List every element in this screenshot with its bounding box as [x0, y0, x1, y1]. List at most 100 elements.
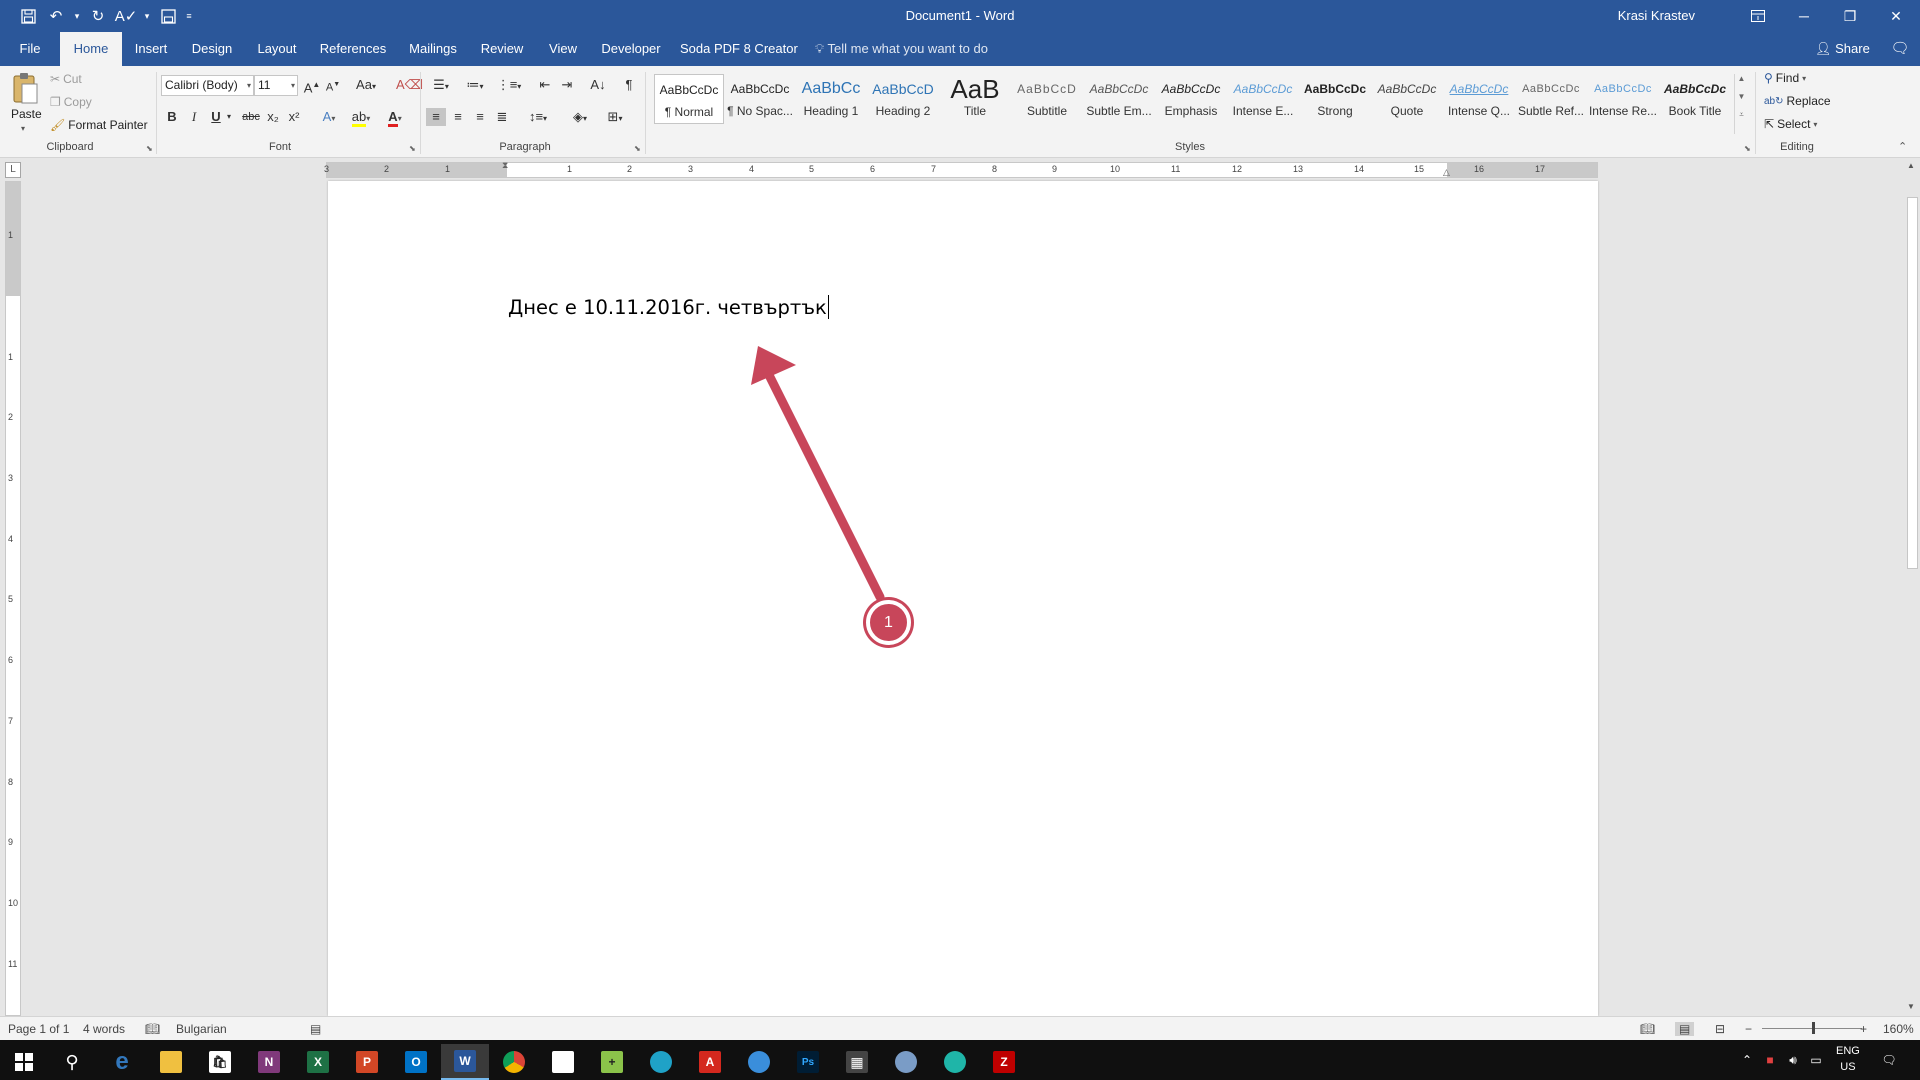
acrobat-icon[interactable]: A [686, 1044, 734, 1080]
paint-icon[interactable] [882, 1044, 930, 1080]
spelling-dropdown-icon[interactable]: ▾ [140, 0, 154, 32]
font-size-combo[interactable]: 11 ▾ [254, 75, 298, 96]
tab-selector[interactable]: L [5, 162, 21, 178]
underline-dropdown-icon[interactable]: ▾ [224, 108, 234, 126]
align-center-icon[interactable]: ≡ [448, 108, 468, 126]
show-formatting-marks-icon[interactable]: ¶ [620, 76, 638, 94]
font-launcher-icon[interactable]: ⬊ [409, 144, 416, 153]
subscript-button[interactable]: x₂ [264, 108, 282, 126]
justify-icon[interactable]: ≣ [492, 108, 512, 126]
calculator-icon[interactable]: ▦ [833, 1044, 881, 1080]
style-intense-emphasis[interactable]: AaBbCcDc Intense E... [1228, 74, 1298, 124]
italic-button[interactable]: I [185, 108, 203, 126]
tab-developer[interactable]: Developer [598, 32, 664, 66]
indent-marker-icon[interactable]: ⧗ [502, 160, 508, 171]
shading-icon[interactable]: ◈▾ [565, 108, 595, 128]
page-count[interactable]: Page 1 of 1 [8, 1022, 69, 1036]
style-quote[interactable]: AaBbCcDc Quote [1372, 74, 1442, 124]
borders-icon[interactable]: ⊞▾ [600, 108, 630, 128]
highlight-color-icon[interactable]: ab▾ [348, 108, 374, 128]
redo-icon[interactable]: ↻ [84, 0, 112, 32]
network-icon[interactable]: ▭ [1806, 1040, 1826, 1080]
tell-me-box[interactable]: 💡︎ Tell me what you want to do [815, 32, 988, 66]
scroll-down-icon[interactable]: ▼ [1907, 1002, 1915, 1011]
style-intense-reference[interactable]: AaBbCcDc Intense Re... [1588, 74, 1658, 124]
undo-icon[interactable]: ↶ [42, 0, 70, 32]
close-icon[interactable]: ✕ [1873, 0, 1919, 32]
change-case-button[interactable]: Aa▾ [351, 76, 381, 96]
notepad-plus-icon[interactable]: + [588, 1044, 636, 1080]
spelling-icon[interactable]: A✓ [112, 0, 140, 32]
find-button[interactable]: ⚲ Find ▾ [1764, 71, 1806, 85]
cut-button[interactable]: ✂ Cut [50, 72, 82, 86]
search-icon[interactable]: ⚲ [48, 1044, 96, 1080]
style-no-spacing[interactable]: AaBbCcDc ¶ No Spac... [725, 74, 795, 124]
document-paragraph[interactable]: Днес е 10.11.2016г. четвъртък [508, 295, 829, 319]
line-spacing-icon[interactable]: ↕≡▾ [523, 108, 553, 128]
superscript-button[interactable]: x² [285, 108, 303, 126]
read-mode-icon[interactable]: 📖︎ [1640, 1022, 1655, 1036]
font-name-combo[interactable]: Calibri (Body) ▾ [161, 75, 254, 96]
tab-view[interactable]: View [543, 32, 583, 66]
tab-insert[interactable]: Insert [130, 32, 172, 66]
style-subtitle[interactable]: AaBbCcD Subtitle [1012, 74, 1082, 124]
language-indicator[interactable]: Bulgarian [176, 1022, 227, 1036]
vertical-scrollbar[interactable]: ▲ ▼ [1904, 159, 1920, 1016]
tab-mailings[interactable]: Mailings [406, 32, 460, 66]
format-painter-button[interactable]: 🖌︎ Format Painter [50, 118, 148, 132]
style-strong[interactable]: AaBbCcDc Strong [1300, 74, 1370, 124]
volume-icon[interactable]: 🔊︎ [1783, 1040, 1803, 1080]
undo-dropdown-icon[interactable]: ▾ [70, 0, 84, 32]
store-icon[interactable]: 🛍︎ [196, 1044, 244, 1080]
decrease-indent-icon[interactable]: ⇤ [536, 76, 554, 94]
antivirus-icon[interactable]: ■ [1760, 1040, 1780, 1080]
paragraph-launcher-icon[interactable]: ⬊ [634, 144, 641, 153]
photoshop-icon[interactable]: Ps [784, 1044, 832, 1080]
style-subtle-emphasis[interactable]: AaBbCcDc Subtle Em... [1084, 74, 1154, 124]
replace-button[interactable]: ab↻ Replace [1764, 94, 1831, 108]
style-normal[interactable]: AaBbCcDc ¶ Normal [654, 74, 724, 124]
shrink-font-icon[interactable]: A▼ [324, 76, 342, 97]
save-icon[interactable] [14, 0, 42, 32]
select-button[interactable]: ⇱ Select ▾ [1764, 117, 1817, 131]
tab-references[interactable]: References [318, 32, 388, 66]
copy-button[interactable]: ❐ Copy [50, 95, 92, 109]
proofing-icon[interactable]: 📖︎ [145, 1022, 160, 1036]
chevron-up-icon[interactable]: ▲ [1735, 74, 1748, 92]
web-layout-icon[interactable]: ⊟ [1715, 1022, 1725, 1036]
right-indent-icon[interactable]: △ [1443, 167, 1450, 178]
excel-icon[interactable]: X [294, 1044, 342, 1080]
tab-review[interactable]: Review [478, 32, 526, 66]
powerpoint-icon[interactable]: P [343, 1044, 391, 1080]
sourcetree-icon[interactable] [637, 1044, 685, 1080]
align-left-icon[interactable]: ≡ [426, 108, 446, 126]
styles-gallery-scroll[interactable]: ▲ ▼ ⩡ [1734, 74, 1748, 134]
style-subtle-reference[interactable]: AaBbCcDc Subtle Ref... [1516, 74, 1586, 124]
document-text[interactable]: Днес е 10.11.2016г. четвъртък [508, 296, 827, 319]
vertical-ruler[interactable]: 1 1 2 3 4 5 6 7 8 9 10 11 [5, 181, 21, 1016]
sourcetree2-icon[interactable] [931, 1044, 979, 1080]
customize-qat-icon[interactable]: ≡ [182, 0, 196, 32]
tab-home[interactable]: Home [60, 32, 122, 66]
user-name[interactable]: Krasi Krastev [1618, 8, 1695, 23]
sort-icon[interactable]: A↓ [589, 76, 607, 94]
styles-launcher-icon[interactable]: ⬊ [1744, 144, 1751, 153]
zoom-slider-thumb[interactable] [1812, 1022, 1815, 1034]
tab-file[interactable]: File [10, 32, 50, 66]
save-as-icon[interactable] [154, 0, 182, 32]
clear-formatting-icon[interactable]: A⌫ [396, 76, 423, 94]
style-book-title[interactable]: AaBbCcDc Book Title [1660, 74, 1730, 124]
more-styles-icon[interactable]: ⩡ [1735, 110, 1748, 128]
print-layout-icon[interactable]: ▤ [1675, 1022, 1695, 1036]
style-intense-quote[interactable]: AaBbCcDc Intense Q... [1444, 74, 1514, 124]
grow-font-icon[interactable]: A▲ [303, 76, 321, 97]
bullets-icon[interactable]: ☰▾ [426, 76, 456, 96]
share-button[interactable]: 👤︎ Share [1815, 32, 1870, 66]
outlook-icon[interactable]: O [392, 1044, 440, 1080]
collapse-ribbon-icon[interactable]: ⌃ [1898, 140, 1907, 153]
zoom-in-button[interactable]: + [1860, 1022, 1867, 1036]
font-color-icon[interactable]: A▾ [382, 108, 408, 128]
messenger-icon[interactable] [735, 1044, 783, 1080]
style-heading-1[interactable]: AaBbCc Heading 1 [796, 74, 866, 124]
tab-design[interactable]: Design [188, 32, 236, 66]
